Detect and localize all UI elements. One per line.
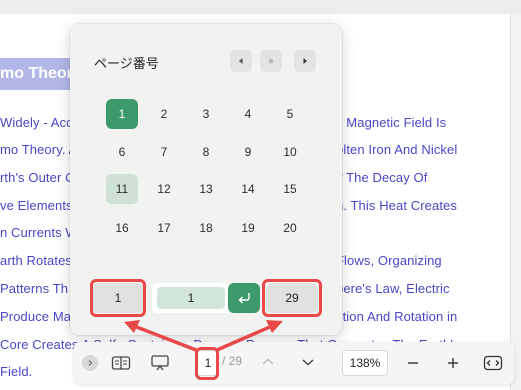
pdf-viewer: mo Theory Widely - Acc mo Theory. A rth'… (0, 0, 521, 390)
annotation-arrows (124, 320, 283, 352)
